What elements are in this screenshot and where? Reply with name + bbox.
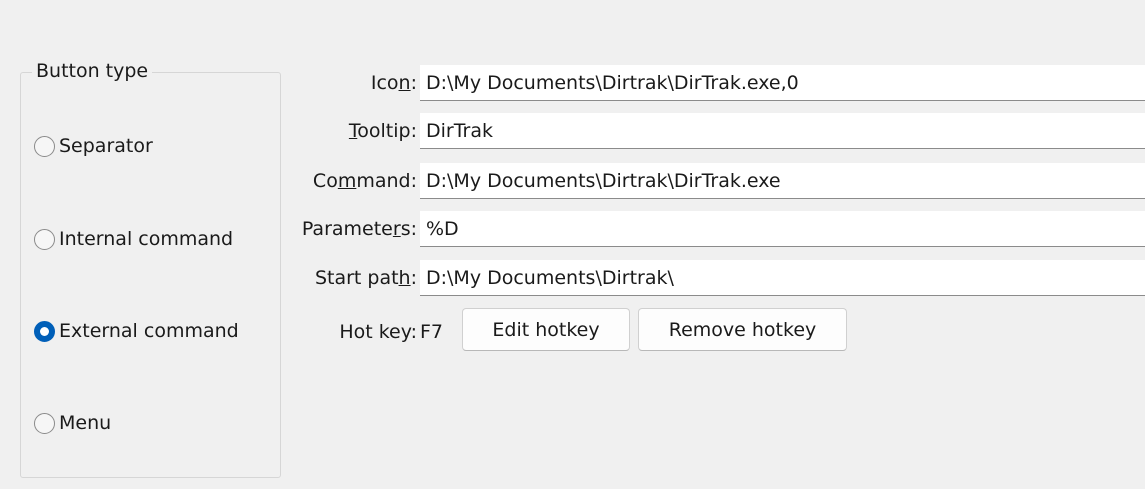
radio-unchecked-icon[interactable] (34, 228, 55, 250)
tooltip-field-label: Tooltip: (348, 120, 417, 142)
icon-field-label: Icon: (370, 72, 417, 94)
edit-hotkey-button[interactable]: Edit hotkey (462, 308, 630, 351)
command-field[interactable]: D:\My Documents\Dirtrak\DirTrak.exe (420, 163, 1145, 199)
radio-separator[interactable]: Separator (34, 133, 153, 159)
radio-menu-label: Menu (59, 412, 112, 434)
radio-external-command-label: External command (59, 320, 239, 342)
radio-dot-icon (40, 326, 49, 336)
hotkey-label: Hot key: (339, 321, 417, 343)
parameters-field-label: Parameters: (301, 218, 417, 240)
remove-hotkey-button[interactable]: Remove hotkey (638, 308, 847, 351)
command-field-label: Command: (312, 170, 417, 192)
hotkey-value: F7 (420, 321, 444, 343)
radio-internal-command-label: Internal command (59, 228, 234, 250)
button-type-group-title: Button type (32, 59, 153, 83)
radio-internal-command[interactable]: Internal command (34, 226, 233, 252)
radio-separator-label: Separator (59, 135, 153, 157)
radio-menu[interactable]: Menu (34, 410, 111, 436)
parameters-field[interactable]: %D (420, 211, 1145, 247)
start-path-field-label: Start path: (314, 267, 417, 289)
tooltip-field[interactable]: DirTrak (420, 113, 1145, 149)
radio-unchecked-icon[interactable] (34, 412, 55, 434)
icon-field[interactable]: D:\My Documents\Dirtrak\DirTrak.exe,0 (420, 65, 1145, 101)
start-path-field[interactable]: D:\My Documents\Dirtrak\ (420, 260, 1145, 296)
radio-unchecked-icon[interactable] (34, 135, 55, 157)
radio-checked-icon[interactable] (34, 320, 55, 342)
radio-external-command[interactable]: External command (34, 318, 239, 344)
